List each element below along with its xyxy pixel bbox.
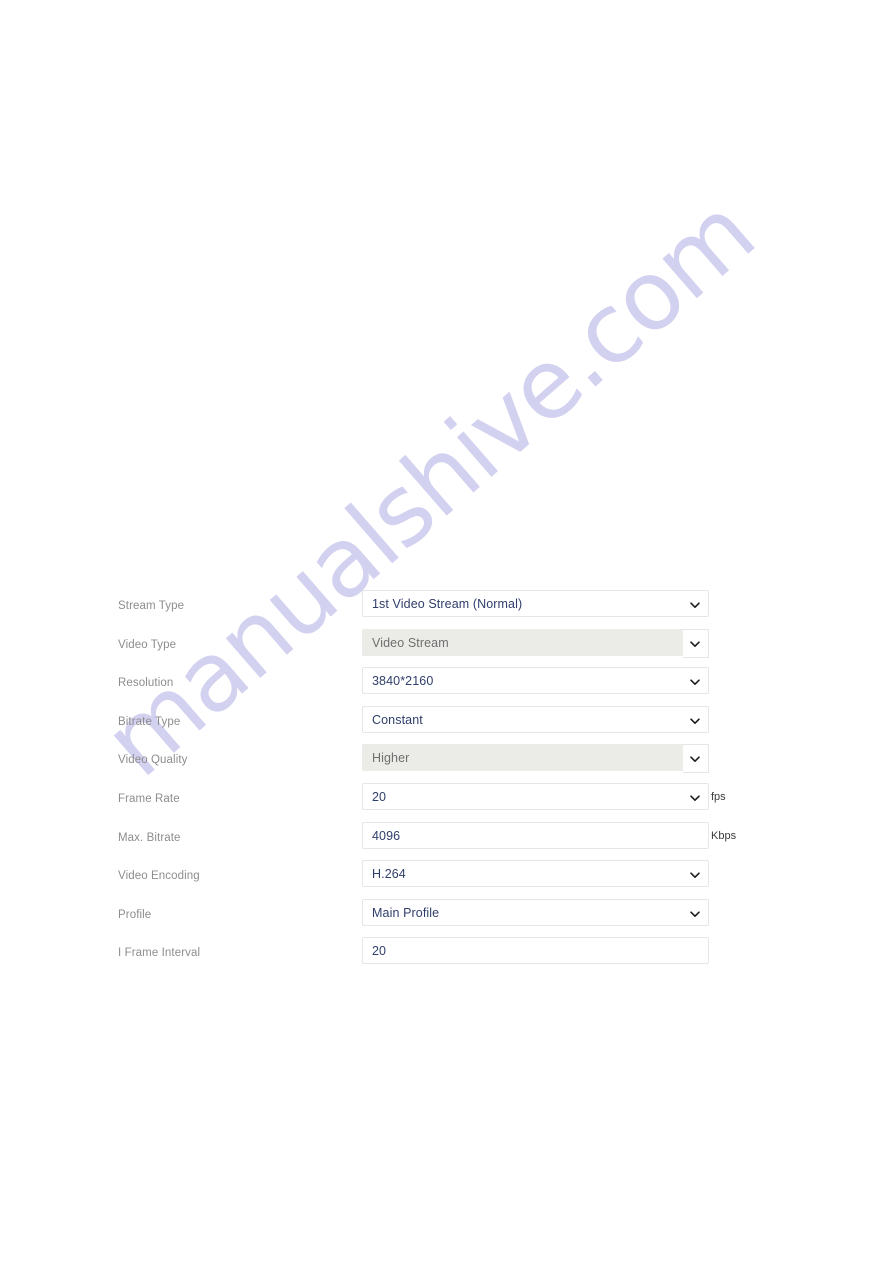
input-i-frame-interval[interactable]: 20 — [362, 937, 709, 965]
input-max-bitrate[interactable]: 4096 — [362, 821, 709, 849]
form-row-video-type: Video Type Video Stream — [0, 628, 893, 668]
label-i-frame-interval: I Frame Interval — [118, 947, 201, 960]
value-video-encoding: H.264 — [372, 867, 406, 882]
value-video-type: Video Stream — [372, 635, 449, 650]
form-row-frame-rate: Frame Rate 20 fps — [0, 782, 893, 822]
label-profile: Profile — [118, 908, 152, 921]
select-video-quality: Higher — [362, 744, 709, 774]
value-stream-type: 1st Video Stream (Normal) — [372, 597, 523, 611]
select-resolution[interactable]: 3840*2160 — [362, 667, 709, 695]
value-max-bitrate: 4096 — [372, 828, 401, 843]
value-i-frame-interval: 20 — [372, 944, 387, 959]
chevron-down-icon[interactable] — [689, 715, 701, 727]
chevron-down-icon[interactable] — [689, 908, 701, 920]
chevron-down-icon — [689, 753, 701, 765]
select-video-type: Video Stream — [362, 628, 709, 658]
label-max-bitrate: Max. Bitrate — [118, 831, 181, 844]
select-stream-type[interactable]: 1st Video Stream (Normal) — [362, 590, 709, 617]
chevron-down-icon[interactable] — [689, 869, 701, 881]
video-stream-settings-form: Stream Type 1st Video Stream (Normal) Vide… — [0, 590, 893, 976]
value-frame-rate: 20 — [372, 789, 387, 804]
label-frame-rate: Frame Rate — [118, 792, 180, 805]
form-row-resolution: Resolution 3840*2160 — [0, 667, 893, 706]
unit-max-bitrate: Kbps — [711, 829, 737, 842]
label-bitrate-type: Bitrate Type — [118, 715, 181, 728]
form-row-i-frame-interval: I Frame Interval 20 — [0, 937, 893, 976]
form-row-video-quality: Video Quality Higher — [0, 744, 893, 783]
value-bitrate-type: Constant — [372, 712, 423, 727]
value-resolution: 3840*2160 — [372, 674, 434, 689]
form-row-video-encoding: Video Encoding H.264 — [0, 860, 893, 899]
label-video-quality: Video Quality — [118, 754, 188, 767]
label-video-type: Video Type — [118, 638, 177, 651]
form-row-bitrate-type: Bitrate Type Constant — [0, 705, 893, 745]
chevron-down-icon — [689, 638, 701, 650]
value-video-quality: Higher — [372, 751, 410, 766]
select-video-encoding[interactable]: H.264 — [362, 860, 709, 888]
form-row-stream-type: Stream Type 1st Video Stream (Normal) — [0, 590, 893, 629]
form-row-max-bitrate: Max. Bitrate 4096 Kbps — [0, 821, 893, 861]
value-profile: Main Profile — [372, 905, 440, 920]
chevron-down-icon[interactable] — [689, 599, 701, 611]
chevron-down-icon[interactable] — [689, 792, 701, 804]
form-row-profile: Profile Main Profile — [0, 898, 893, 938]
select-profile[interactable]: Main Profile — [362, 898, 709, 926]
label-resolution: Resolution — [118, 677, 174, 690]
select-frame-rate[interactable]: 20 — [362, 782, 709, 810]
label-stream-type: Stream Type — [118, 600, 185, 612]
chevron-down-icon[interactable] — [689, 676, 701, 688]
unit-frame-rate: fps — [711, 790, 726, 803]
select-bitrate-type[interactable]: Constant — [362, 705, 709, 733]
label-video-encoding: Video Encoding — [118, 870, 200, 883]
